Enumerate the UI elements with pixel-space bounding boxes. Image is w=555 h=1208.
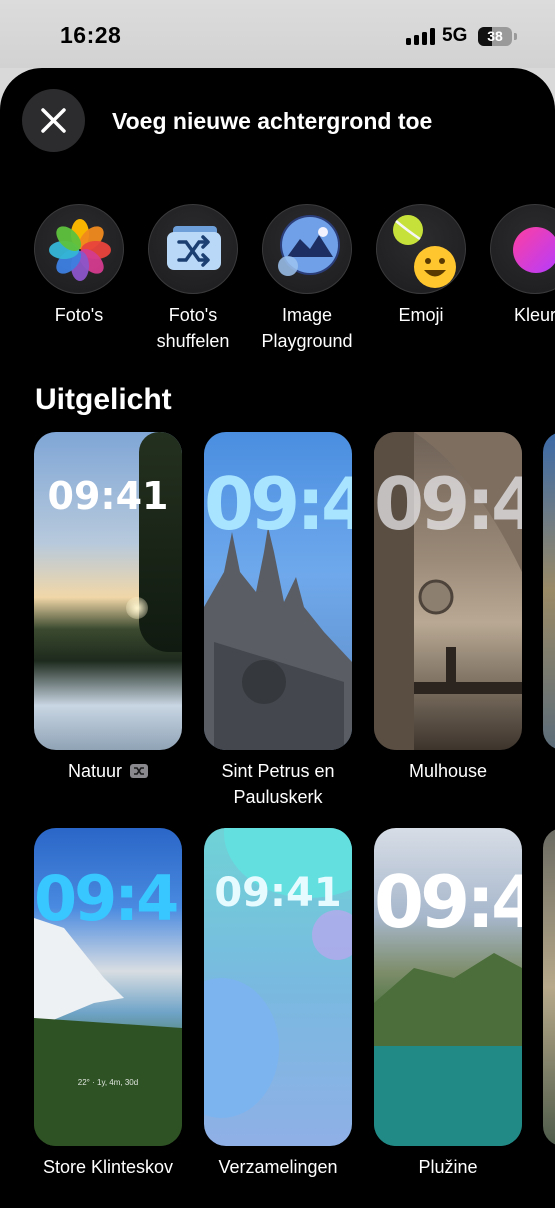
lockscreen-clock: 09:41: [214, 870, 342, 916]
shape-circle: [204, 978, 279, 1118]
sun: [126, 597, 148, 619]
tree-silhouette: [139, 432, 182, 652]
source-label: Kleur: [513, 305, 555, 325]
source-photos[interactable]: Foto's: [29, 204, 129, 328]
wallpaper-label: Sint Petrus en Pauluskerk: [221, 761, 335, 807]
battery-tip: [514, 33, 517, 40]
signal-icon: [406, 28, 436, 45]
wallpaper-sint-petrus[interactable]: 09:41: [204, 432, 352, 750]
status-time: 16:28: [60, 22, 122, 48]
close-icon: [41, 108, 66, 133]
wallpaper-mulhouse[interactable]: 09:41: [374, 432, 522, 750]
wallpaper-label: Natuur: [23, 758, 193, 784]
wallpaper-label: Verzamelingen: [218, 1157, 338, 1177]
wallpaper-label: Plužine: [418, 1157, 478, 1177]
lockscreen-clock: 09:41: [374, 860, 522, 944]
wallpaper-pluzine[interactable]: 09:41: [374, 828, 522, 1146]
photos-icon: [34, 204, 124, 294]
lockscreen-widget: 22° · 1y, 4m, 30d: [77, 1078, 139, 1087]
source-color[interactable]: Kleur: [485, 204, 555, 328]
lockscreen-clock: 09:41: [204, 462, 352, 546]
lockscreen-clock: 09:41: [47, 474, 169, 518]
wallpaper-label: Mulhouse: [408, 761, 488, 781]
wallpaper-label: Store Klinteskov: [42, 1157, 174, 1177]
shuffle-icon: [148, 204, 238, 294]
wallpaper-peek[interactable]: [543, 828, 555, 1146]
color-icon: [490, 204, 555, 294]
shape-circle: [312, 910, 352, 960]
battery-level: 38: [487, 28, 503, 44]
source-label: Foto's: [54, 305, 104, 325]
lockscreen-clock: 09:41: [34, 862, 182, 935]
featured-title: Uitgelicht: [35, 383, 172, 416]
wallpaper-store-klinteskov[interactable]: 09:41 22° · 1y, 4m, 30d: [34, 828, 182, 1146]
image-playground-icon: [262, 204, 352, 294]
wallpaper-natuur[interactable]: 09:41: [34, 432, 182, 750]
status-bar: 16:28 5G 38: [0, 0, 555, 68]
sheet-title: Voeg nieuwe achtergrond toe: [112, 108, 433, 134]
source-label: Image Playground: [261, 305, 353, 351]
source-label: Foto's shuffelen: [156, 305, 230, 351]
add-wallpaper-sheet: Voeg nieuwe achtergrond toe Foto's Foto'…: [0, 68, 555, 1208]
battery-icon: 38: [478, 27, 512, 46]
wallpaper-verzamelingen[interactable]: 09:41: [204, 828, 352, 1146]
source-label: Emoji: [398, 305, 444, 325]
source-shuffle-photos[interactable]: Foto's shuffelen: [143, 204, 243, 354]
shuffle-badge-icon: [130, 764, 149, 778]
source-image-playground[interactable]: Image Playground: [257, 204, 357, 354]
emoji-icon: [376, 204, 466, 294]
lockscreen-clock: 09:41: [374, 462, 522, 546]
source-emoji[interactable]: Emoji: [371, 204, 471, 328]
close-button[interactable]: [22, 89, 85, 152]
network-type: 5G: [442, 25, 468, 46]
wallpaper-peek[interactable]: [543, 432, 555, 750]
